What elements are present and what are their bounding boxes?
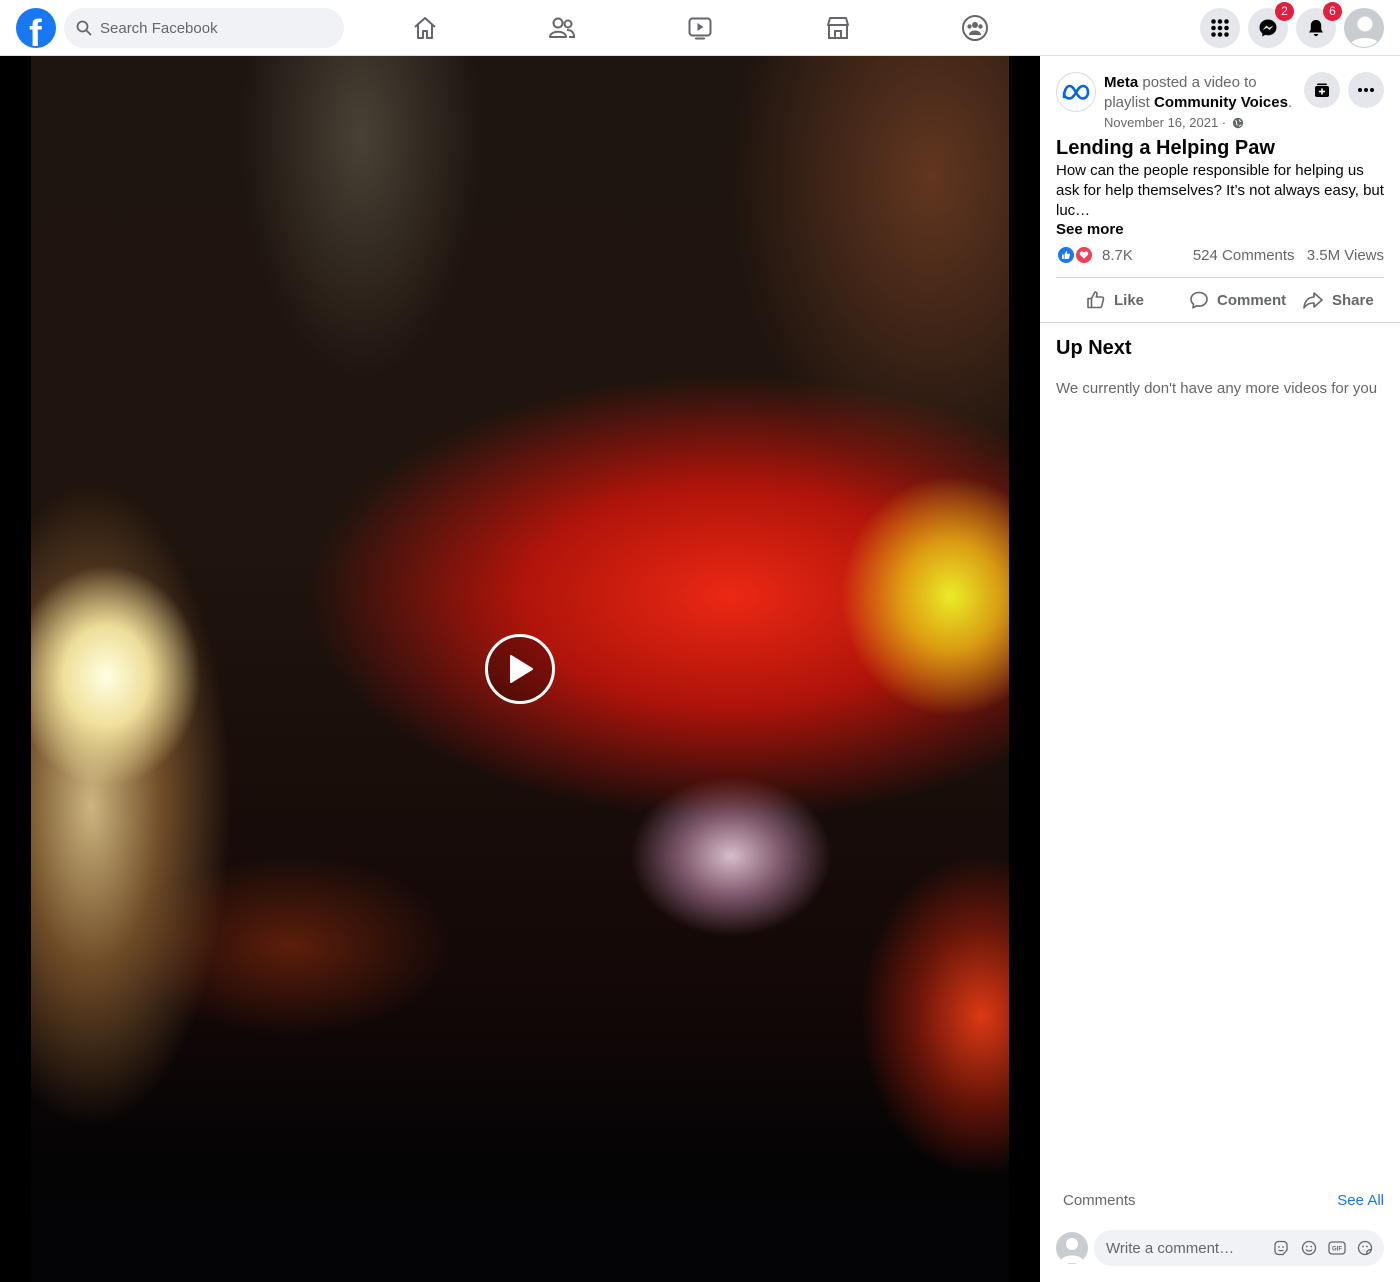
stats-divider — [1056, 277, 1384, 278]
like-button[interactable]: Like — [1086, 282, 1144, 318]
comments-count[interactable]: 524 Comments — [1193, 247, 1295, 264]
tab-marketplace[interactable] — [782, 0, 894, 56]
account-avatar[interactable] — [1344, 8, 1384, 48]
meta-logo-icon — [1062, 84, 1090, 100]
menu-button[interactable] — [1200, 8, 1240, 48]
share-label: Share — [1332, 291, 1374, 309]
reaction-count[interactable]: 8.7K — [1102, 247, 1133, 264]
share-button[interactable]: Share — [1302, 282, 1374, 318]
default-avatar-icon — [1060, 1238, 1084, 1263]
reactions-row: 8.7K 524 Comments 3.5M Views — [1056, 244, 1384, 266]
post-details-panel: Meta posted a video to playlist Communit… — [1040, 56, 1400, 1282]
grid-menu-icon — [1211, 19, 1229, 37]
gif-button[interactable]: GIF — [1328, 1239, 1346, 1257]
add-to-playlist-icon — [1315, 83, 1329, 97]
comments-label: Comments — [1063, 1192, 1136, 1209]
bell-icon — [1309, 20, 1323, 37]
page-avatar[interactable] — [1056, 72, 1096, 112]
video-title: Lending a Helping Paw — [1056, 137, 1275, 159]
video-player[interactable] — [0, 56, 1040, 1282]
emoji-button[interactable] — [1300, 1239, 1318, 1257]
video-description: How can the people responsible for helpi… — [1056, 162, 1384, 219]
heart-icon — [1079, 251, 1089, 259]
search-input[interactable] — [100, 8, 336, 48]
up-next-empty-message: We currently don't have any more videos … — [1056, 380, 1378, 397]
post-header: Meta posted a video to playlist Communit… — [1104, 73, 1304, 113]
facebook-logo[interactable]: f — [16, 8, 56, 48]
more-options-button[interactable] — [1348, 72, 1384, 108]
like-label: Like — [1114, 291, 1145, 309]
sticker-icon — [1357, 1240, 1373, 1256]
like-icon — [1087, 291, 1105, 309]
messenger-button[interactable]: 2 — [1248, 2, 1294, 48]
like-reaction-icon[interactable] — [1056, 245, 1076, 265]
messenger-badge: 2 — [1275, 2, 1294, 21]
my-avatar[interactable] — [1056, 1232, 1088, 1264]
sticker-button[interactable] — [1356, 1239, 1374, 1257]
playlist-link[interactable]: Community Voices — [1154, 94, 1288, 111]
marketplace-icon — [827, 17, 849, 39]
share-icon — [1303, 292, 1323, 309]
notifications-button[interactable]: 6 — [1296, 2, 1342, 48]
play-icon — [510, 655, 533, 683]
play-button[interactable] — [485, 634, 555, 704]
facebook-logo-letter: f — [29, 13, 42, 48]
comment-input[interactable] — [1106, 1230, 1266, 1266]
emoji-icon — [1301, 1240, 1317, 1256]
friends-icon — [549, 17, 576, 38]
see-all-comments-link[interactable]: See All — [1337, 1191, 1384, 1211]
tab-watch[interactable] — [644, 0, 756, 56]
love-reaction-icon[interactable] — [1074, 245, 1094, 265]
globe-icon — [1232, 117, 1243, 129]
watch-icon — [688, 17, 712, 40]
default-avatar-icon — [1350, 16, 1380, 47]
author-name[interactable]: Meta — [1104, 74, 1138, 91]
comment-composer[interactable]: GIF — [1094, 1230, 1384, 1266]
search-bar[interactable] — [64, 8, 344, 48]
search-icon — [76, 20, 92, 36]
thumbs-up-icon — [1062, 251, 1071, 259]
home-icon — [414, 17, 436, 39]
avatar-sticker-icon — [1274, 1240, 1288, 1256]
actions-divider — [1040, 322, 1400, 323]
avatar-sticker-button[interactable] — [1272, 1239, 1290, 1257]
notifications-badge: 6 — [1323, 2, 1342, 21]
svg-text:GIF: GIF — [1332, 1247, 1342, 1253]
tab-home[interactable] — [369, 0, 481, 56]
groups-icon — [962, 15, 988, 41]
post-stats: 524 Comments 3.5M Views — [1185, 247, 1384, 264]
post-date-row: November 16, 2021 · — [1104, 115, 1244, 131]
post-date[interactable]: November 16, 2021 · — [1104, 115, 1226, 130]
up-next-heading: Up Next — [1056, 337, 1132, 359]
comment-label: Comment — [1217, 291, 1287, 309]
views-count: 3.5M Views — [1306, 247, 1384, 264]
period: . — [1287, 94, 1293, 111]
messenger-icon — [1259, 19, 1277, 37]
save-to-playlist-button[interactable] — [1304, 72, 1340, 108]
gif-icon: GIF — [1328, 1241, 1346, 1255]
post-actions: Like Comment Share — [1056, 282, 1400, 318]
top-navigation-bar: f 2 6 — [0, 0, 1400, 56]
comment-button[interactable]: Comment — [1189, 282, 1286, 318]
tab-groups[interactable] — [919, 0, 1031, 56]
comment-icon — [1190, 291, 1208, 309]
more-icon — [1358, 88, 1374, 92]
tab-friends[interactable] — [506, 0, 618, 56]
see-more-link[interactable]: See more — [1056, 220, 1124, 240]
